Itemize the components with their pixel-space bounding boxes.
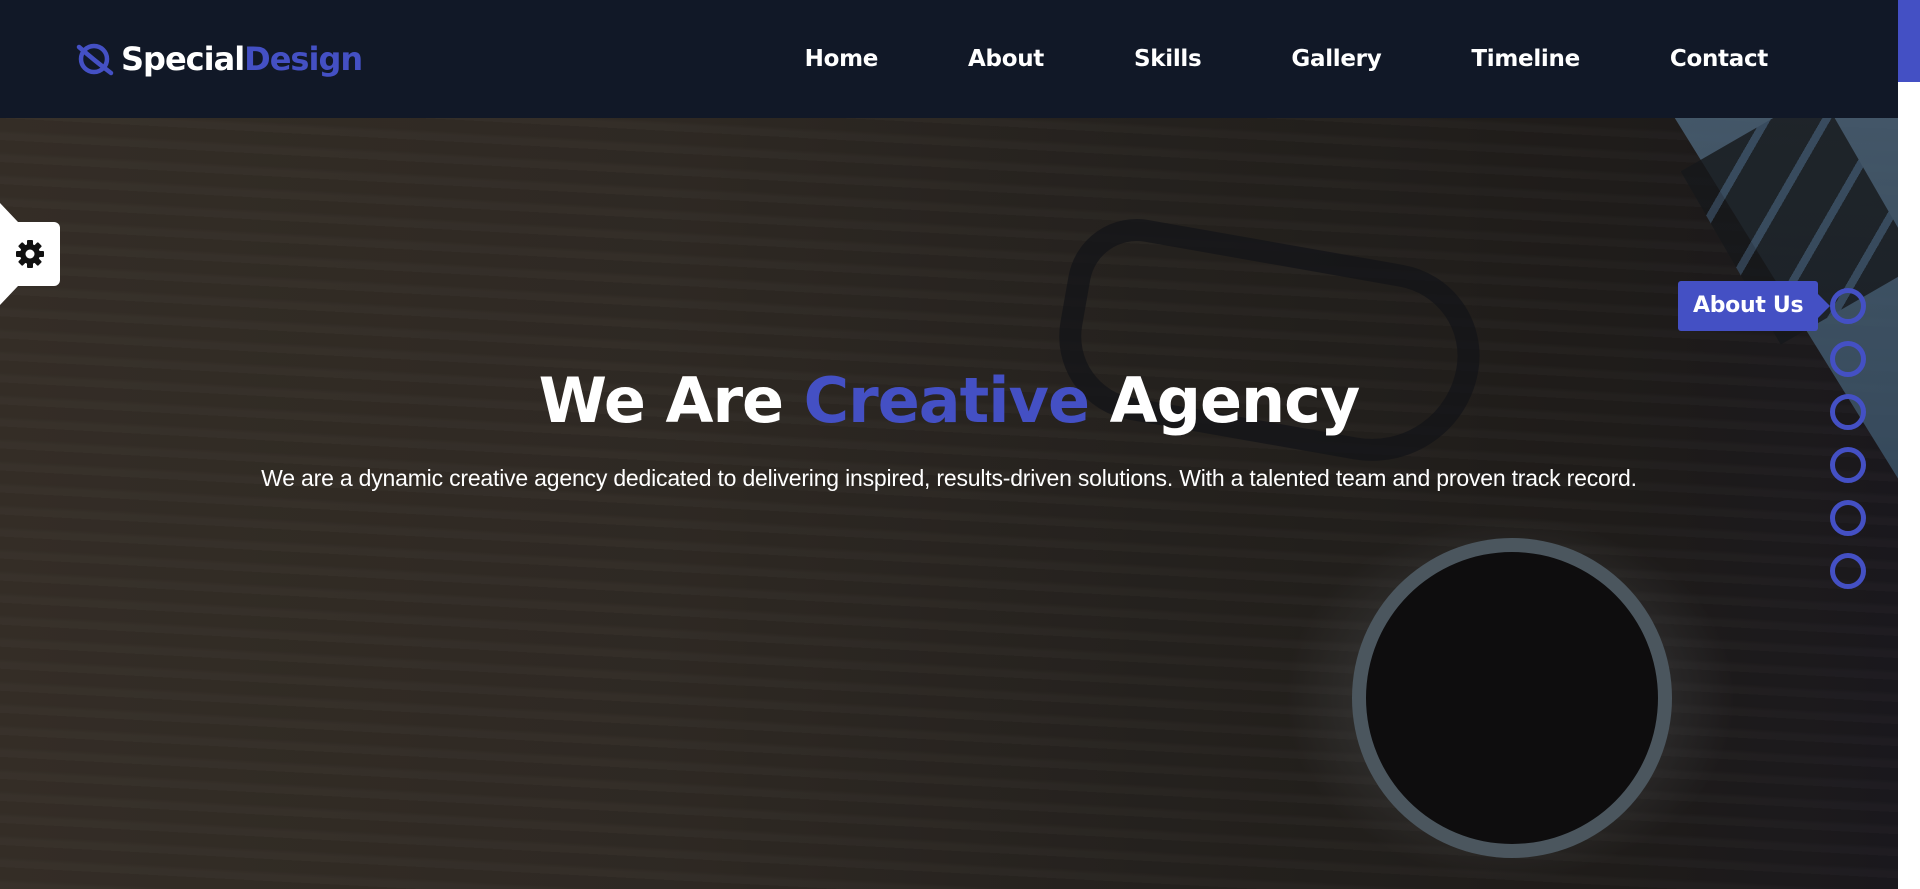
nav-link-contact[interactable]: Contact xyxy=(1670,46,1768,72)
nav-link-about[interactable]: About xyxy=(968,46,1044,72)
brand-name-accent: Design xyxy=(244,40,363,78)
scrollbar-thumb[interactable] xyxy=(1898,0,1920,82)
settings-toggle-button[interactable] xyxy=(0,222,60,286)
logo[interactable]: SpecialDesign xyxy=(75,36,363,82)
site-header: SpecialDesign Home About Skills Gallery … xyxy=(0,0,1898,118)
bullet-contact[interactable] xyxy=(1830,553,1866,589)
hero-content: We Are Creative Agency We are a dynamic … xyxy=(0,364,1898,497)
hero-title-start: We Are xyxy=(538,364,784,437)
brand-name-main: Special xyxy=(121,40,245,78)
section-bullets xyxy=(1830,288,1866,606)
settings-tab-notch-top xyxy=(0,203,18,222)
hero-description: We are a dynamic creative agency dedicat… xyxy=(261,465,1637,491)
bullet-timeline[interactable] xyxy=(1830,447,1866,483)
bullet-skills[interactable] xyxy=(1830,341,1866,377)
nav-link-gallery[interactable]: Gallery xyxy=(1291,46,1381,72)
bullet-features[interactable] xyxy=(1830,500,1866,536)
bullet-gallery[interactable] xyxy=(1830,394,1866,430)
brand-name: SpecialDesign xyxy=(121,40,363,78)
hero-section xyxy=(0,118,1898,889)
hero-overlay xyxy=(0,118,1898,889)
scrollbar-track[interactable] xyxy=(1898,82,1920,889)
hero-title-end: Agency xyxy=(1109,364,1361,437)
bullet-about[interactable] xyxy=(1830,288,1866,324)
gear-icon xyxy=(16,240,44,268)
bullet-tooltip: About Us xyxy=(1678,281,1831,331)
nav-link-timeline[interactable]: Timeline xyxy=(1471,46,1580,72)
nav-link-home[interactable]: Home xyxy=(805,46,879,72)
hero-title-accent: Creative xyxy=(803,364,1090,437)
nav-link-skills[interactable]: Skills xyxy=(1134,46,1202,72)
settings-tab-notch-bottom xyxy=(0,286,18,305)
planet-icon xyxy=(76,43,114,76)
main-nav: Home About Skills Gallery Timeline Conta… xyxy=(715,0,1769,118)
hero-title: We Are Creative Agency xyxy=(0,364,1898,437)
